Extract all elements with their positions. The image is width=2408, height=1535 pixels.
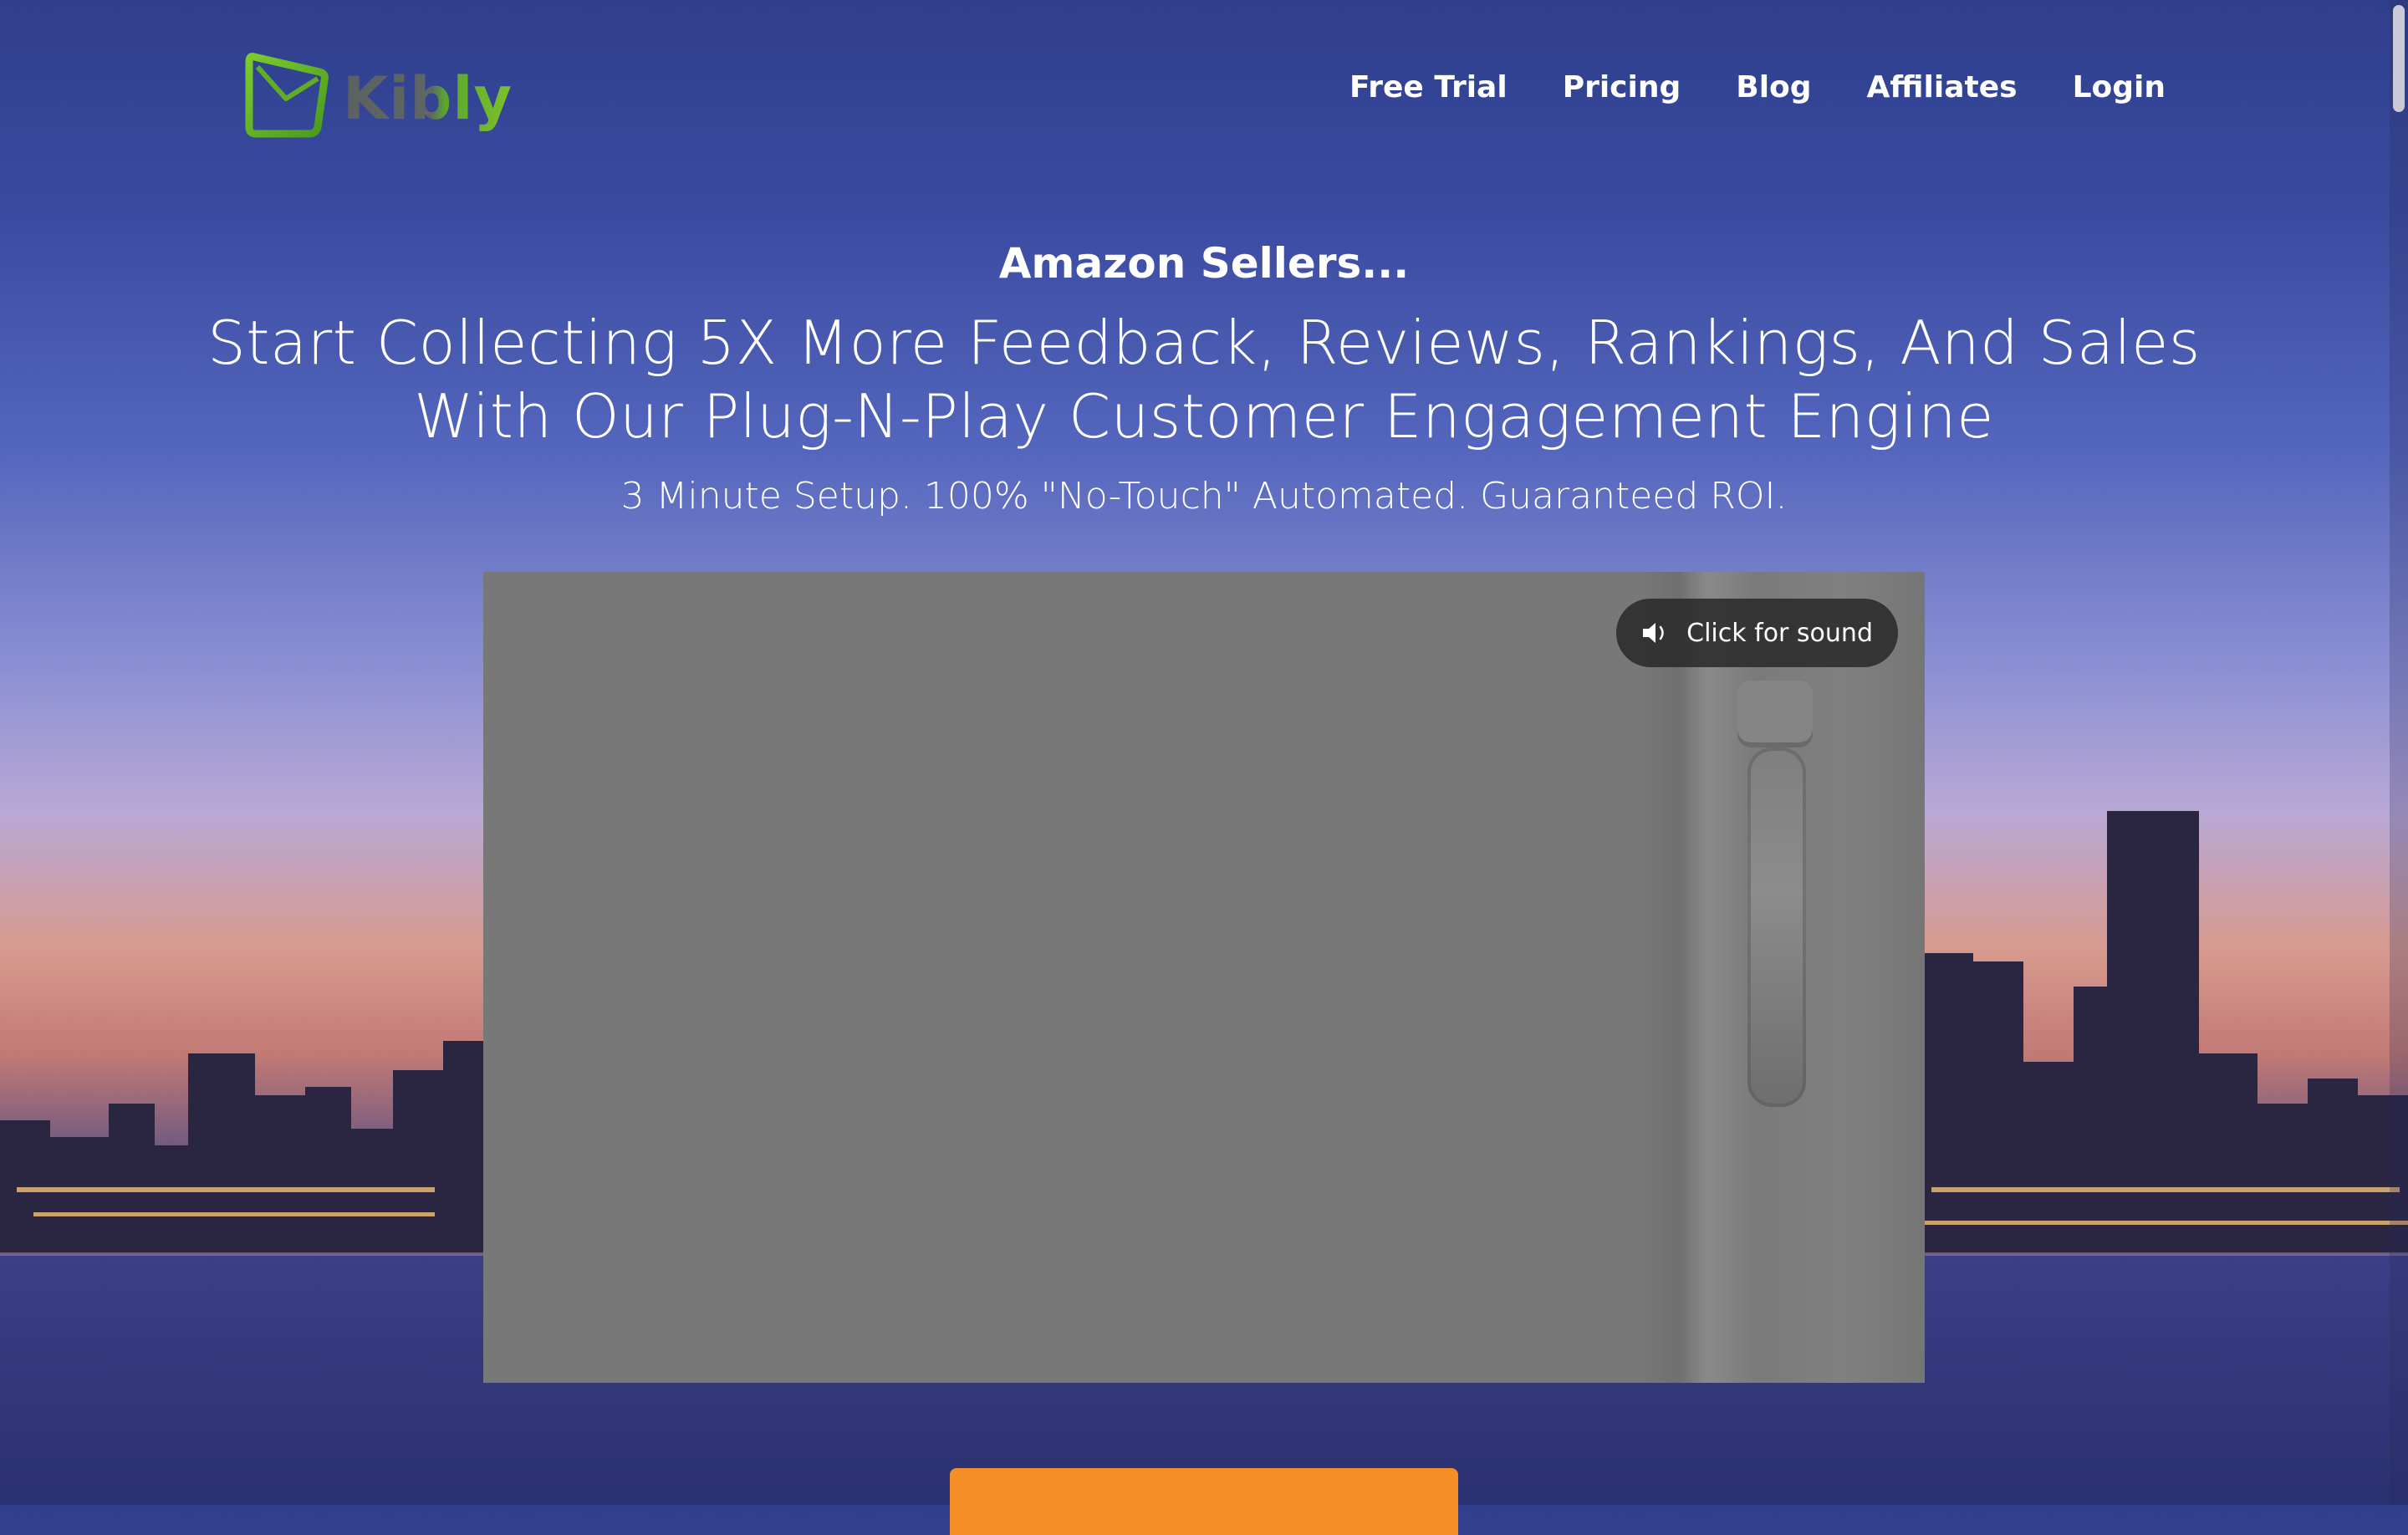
nav-free-trial[interactable]: Free Trial: [1349, 67, 1508, 109]
nav-blog[interactable]: Blog: [1736, 67, 1811, 109]
main-nav: Free Trial Pricing Blog Affiliates Login: [1349, 67, 2166, 109]
hero-headline-line-2: With Our Plug-N-Play Customer Engagement…: [414, 381, 1994, 451]
envelope-icon[interactable]: [242, 50, 334, 142]
hero-headline: Start Collecting 5X More Feedback, Revie…: [0, 306, 2408, 453]
nav-pricing[interactable]: Pricing: [1563, 67, 1681, 109]
video-player[interactable]: Click for sound: [483, 572, 1925, 1383]
nav-login[interactable]: Login: [2073, 67, 2166, 109]
scrollbar-thumb[interactable]: [2393, 5, 2405, 112]
hero-pretitle: Amazon Sellers...: [998, 239, 1410, 288]
video-frame-handle: [1747, 747, 1806, 1107]
site-header: Kibly Free Trial Pricing Blog Affiliates…: [0, 0, 2408, 192]
hero-section: Amazon Sellers... Start Collecting 5X Mo…: [0, 234, 2408, 522]
page-scrollbar[interactable]: [2390, 0, 2408, 1505]
sound-button-label: Click for sound: [1686, 618, 1873, 648]
cta-button[interactable]: [950, 1468, 1458, 1535]
click-for-sound-button[interactable]: Click for sound: [1616, 599, 1898, 667]
hero-subtitle: 3 Minute Setup. 100% "No-Touch" Automate…: [620, 475, 1788, 518]
brand-logo-text[interactable]: Kibly: [343, 65, 513, 132]
nav-affiliates[interactable]: Affiliates: [1867, 67, 2018, 109]
speaker-icon: [1643, 623, 1664, 643]
hero-headline-line-1: Start Collecting 5X More Feedback, Revie…: [207, 308, 2201, 378]
video-frame-handle-top: [1737, 681, 1813, 747]
